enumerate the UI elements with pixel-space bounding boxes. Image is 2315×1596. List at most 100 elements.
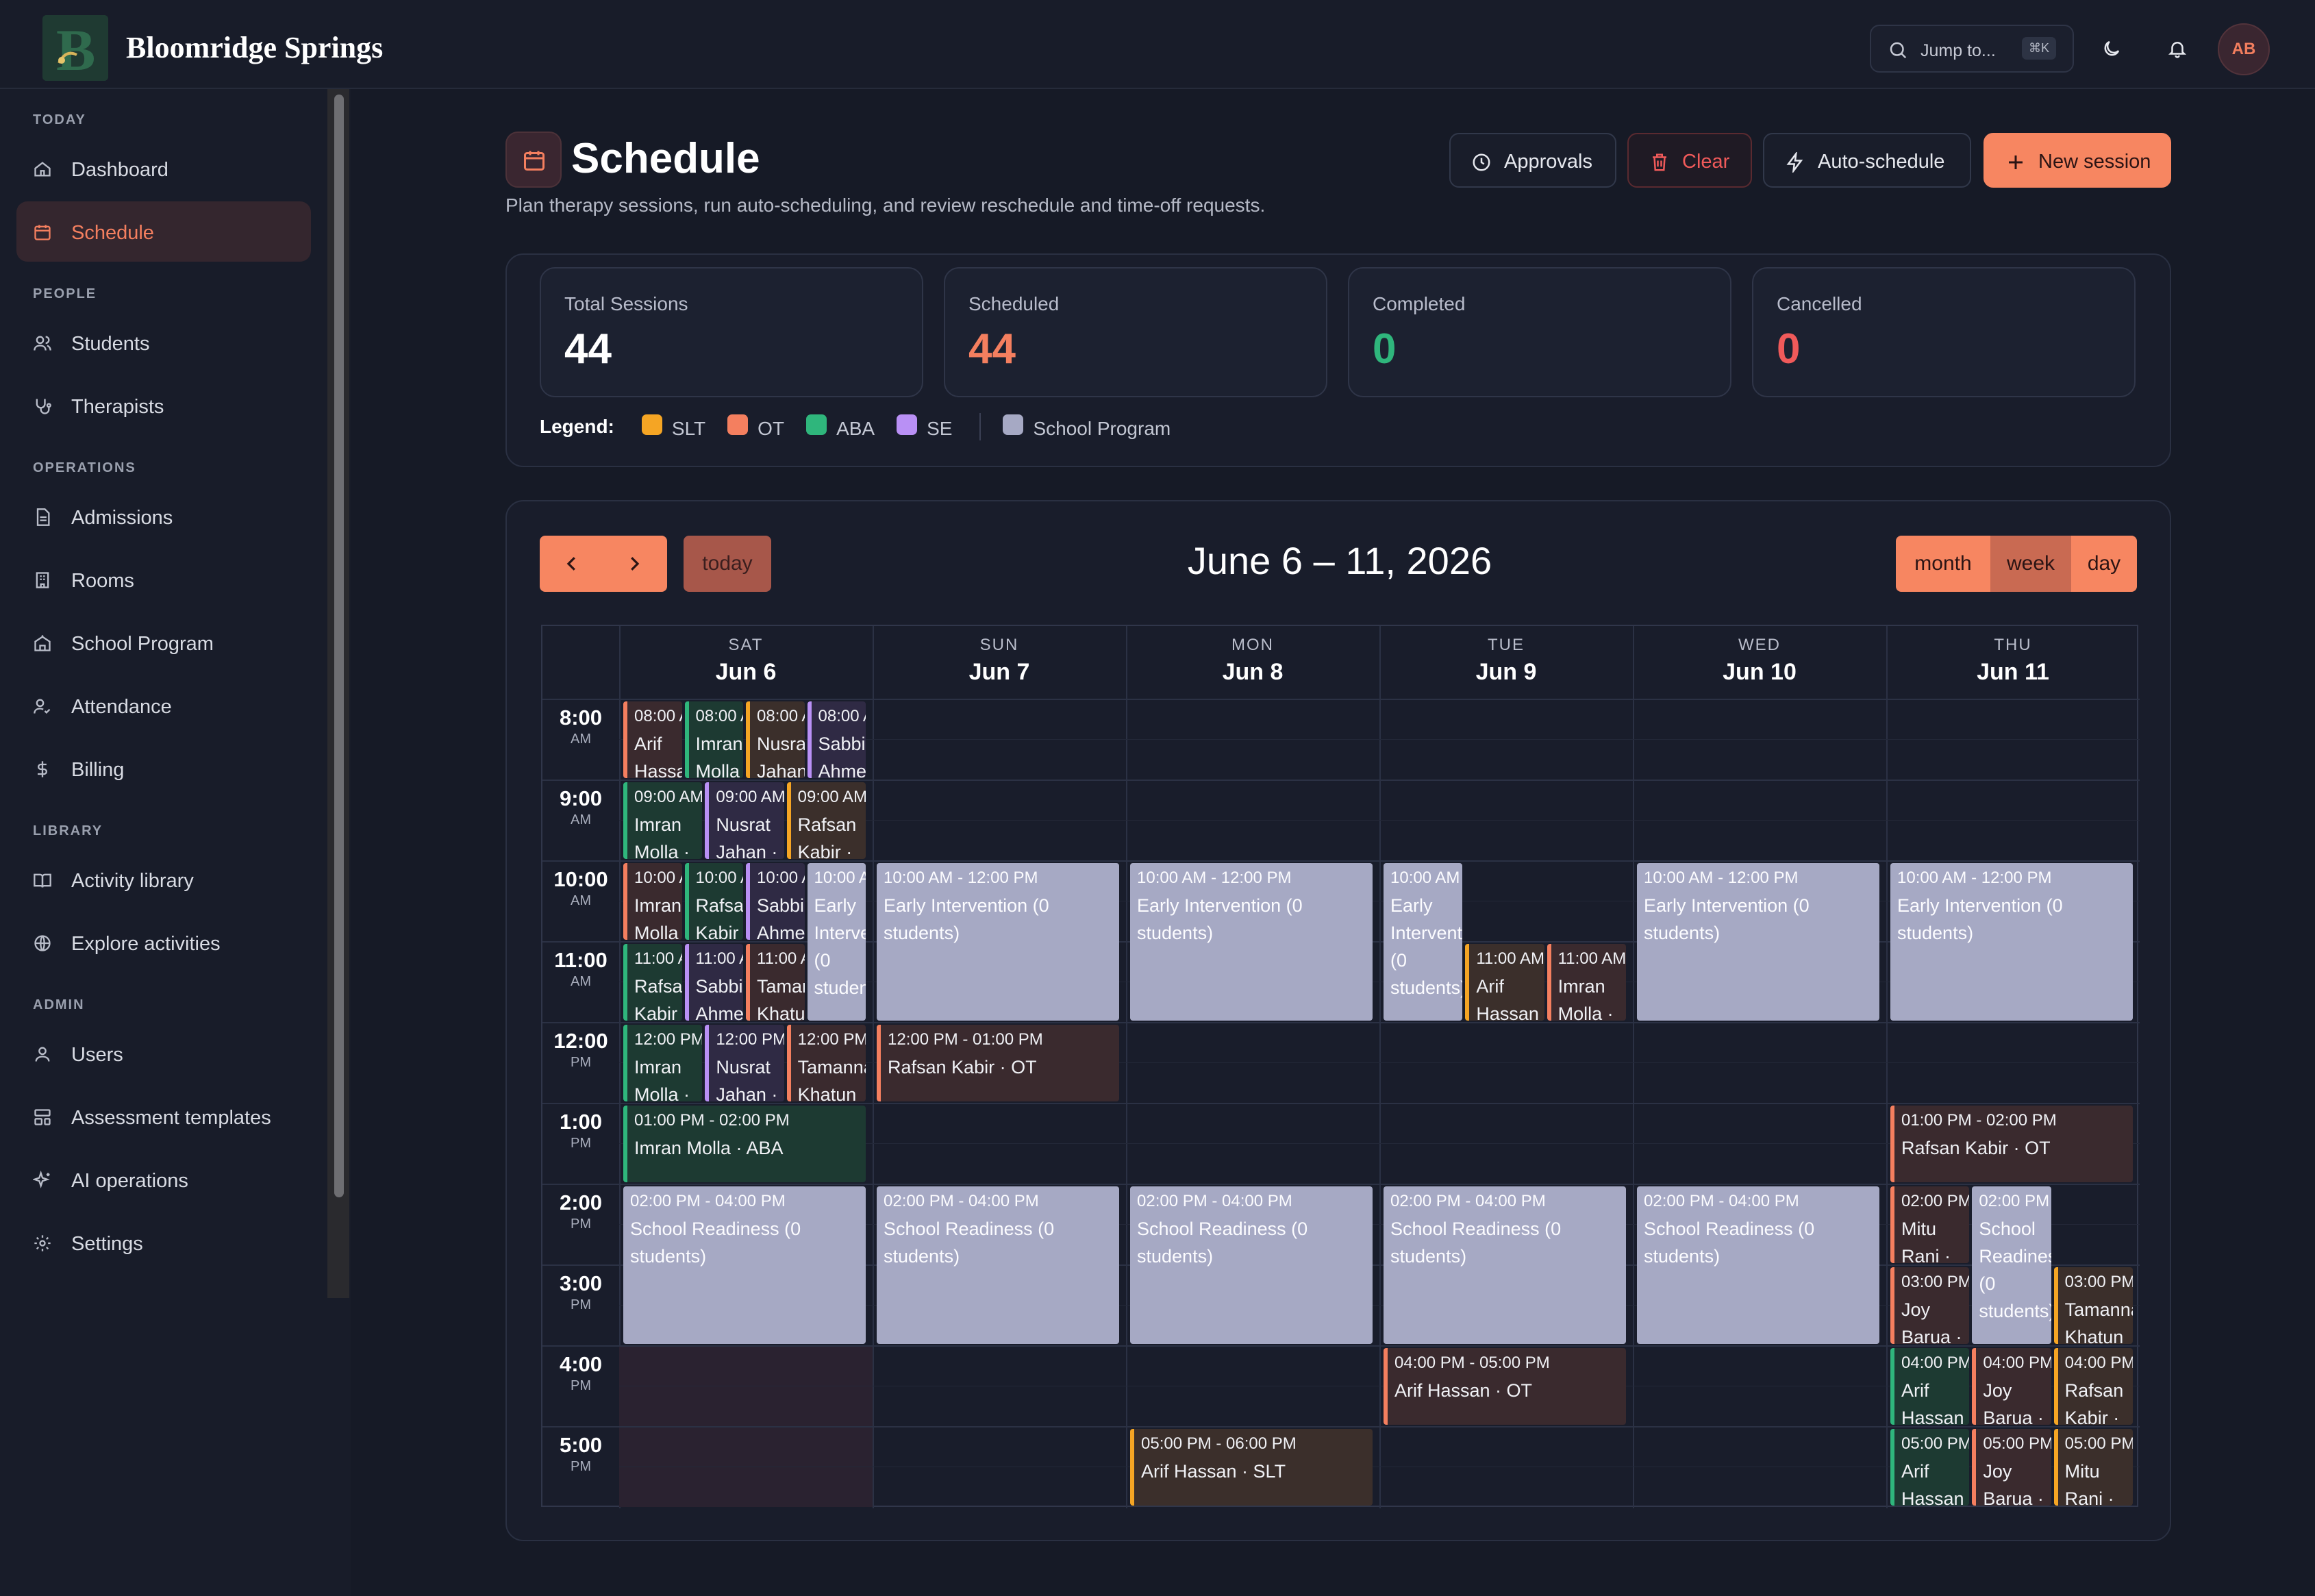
- session-title: Sabbir Ahmed · SE: [695, 976, 744, 1021]
- session-event[interactable]: 12:00 PM - 01:00 PM Nusrat Jahan · SE: [705, 1025, 784, 1101]
- sidebar-item-settings[interactable]: Settings: [16, 1212, 311, 1273]
- session-event[interactable]: 02:00 PM - 04:00 PM School Readiness (0 s…: [877, 1186, 1119, 1344]
- session-event[interactable]: 10:00 AM - 11:00 AM Rafsan Kabir · ABA: [684, 863, 744, 940]
- session-event[interactable]: 02:00 PM - 04:00 PM School Readiness (0 s…: [623, 1186, 866, 1344]
- session-event[interactable]: 05:00 PM - 06:00 PM Joy Barua · OT: [1972, 1429, 2051, 1506]
- sidebar-item-rooms[interactable]: Rooms: [16, 549, 311, 610]
- sidebar-scrollbar-thumb[interactable]: [334, 95, 344, 1197]
- session-event[interactable]: 02:00 PM - 04:00 PM School Readiness (0 s…: [1384, 1186, 1626, 1344]
- session-time: 02:00 PM - 04:00 PM: [630, 1192, 786, 1210]
- session-event[interactable]: 12:00 PM - 01:00 PM Rafsan Kabir · OT: [877, 1025, 1119, 1101]
- session-event[interactable]: 10:00 AM - 12:00 PM Early Intervention (0…: [1890, 863, 2133, 1021]
- session-event[interactable]: 10:00 AM - 12:00 PM Early Intervention (0…: [877, 863, 1119, 1021]
- session-event[interactable]: 02:00 PM - 04:00 PM School Readiness (0 s…: [1972, 1186, 2051, 1344]
- sidebar-item-users[interactable]: Users: [16, 1023, 311, 1084]
- session-event[interactable]: 05:00 PM - 06:00 PM Arif Hassan · ABA: [1890, 1429, 1970, 1506]
- session-event[interactable]: 09:00 AM - 10:00 AM Nusrat Jahan · SE: [705, 782, 784, 859]
- session-time: 01:00 PM - 02:00 PM: [634, 1111, 790, 1130]
- session-title: School Readiness (0 students): [1137, 1219, 1308, 1267]
- sidebar-item-admissions[interactable]: Admissions: [16, 486, 311, 547]
- session-event[interactable]: 11:00 AM - 12:00 PM Arif Hassan · SLT: [1465, 944, 1544, 1021]
- session-event[interactable]: 04:00 PM - 05:00 PM Joy Barua · OT: [1972, 1348, 2051, 1425]
- day-name: THU: [1994, 636, 2032, 654]
- session-event[interactable]: 05:00 PM - 06:00 PM Arif Hassan · SLT: [1130, 1429, 1373, 1506]
- session-event[interactable]: 03:00 PM - 04:00 PM Joy Barua · OT: [1890, 1267, 1970, 1344]
- session-time: 03:00 PM - 04:00 PM: [1901, 1273, 1970, 1291]
- session-event[interactable]: 11:00 AM - 12:00 PM Rafsan Kabir · ABA: [623, 944, 682, 1021]
- new-session-button[interactable]: New session: [1984, 133, 2171, 188]
- session-event[interactable]: 08:00 AM - 09:00 AM Arif Hassan · OT: [623, 701, 682, 778]
- auto-schedule-button[interactable]: Auto-schedule: [1763, 133, 1971, 188]
- day-header[interactable]: TUE Jun 9: [1379, 636, 1633, 686]
- session-event[interactable]: 11:00 AM - 12:00 PM Sabbir Ahmed · SE: [684, 944, 744, 1021]
- sidebar-item-assessment-templates[interactable]: Assessment templates: [16, 1086, 311, 1147]
- session-event[interactable]: 09:00 AM - 10:00 AM Imran Molla · ABA: [623, 782, 703, 859]
- session-title: Nusrat Jahan · SE: [716, 1057, 778, 1101]
- view-month-button[interactable]: month: [1896, 536, 1990, 592]
- session-event[interactable]: 02:00 PM - 04:00 PM School Readiness (0 s…: [1637, 1186, 1879, 1344]
- day-header[interactable]: MON Jun 8: [1126, 636, 1379, 686]
- sidebar-item-dashboard[interactable]: Dashboard: [16, 138, 311, 199]
- session-event[interactable]: 01:00 PM - 02:00 PM Rafsan Kabir · OT: [1890, 1106, 2133, 1182]
- session-event[interactable]: 04:00 PM - 05:00 PM Arif Hassan · OT: [1384, 1348, 1626, 1425]
- session-event[interactable]: 08:00 AM - 09:00 AM Sabbir Ahmed · SE: [807, 701, 866, 778]
- day-header[interactable]: SUN Jun 7: [873, 636, 1126, 686]
- session-event[interactable]: 09:00 AM - 10:00 AM Rafsan Kabir · SLT: [786, 782, 866, 859]
- session-event[interactable]: 10:00 AM - 11:00 AM Imran Molla · OT: [623, 863, 682, 940]
- session-event[interactable]: 02:00 PM - 03:00 PM Mitu Rani · OT: [1890, 1186, 1970, 1263]
- sidebar-item-ai-operations[interactable]: AI operations: [16, 1149, 311, 1210]
- theme-toggle-button[interactable]: [2088, 25, 2136, 73]
- legend-item-ot: OT: [727, 414, 784, 440]
- session-event[interactable]: 02:00 PM - 04:00 PM School Readiness (0 s…: [1130, 1186, 1373, 1344]
- legend-item-school-program: School Program: [1003, 414, 1171, 440]
- stats-panel: Total Sessions 44 Scheduled 44 Completed…: [505, 253, 2171, 467]
- session-event[interactable]: 10:00 AM - 11:00 AM Sabbir Ahmed · SE: [746, 863, 805, 940]
- sidebar-section-operations: OPERATIONS: [33, 460, 136, 475]
- sidebar-item-activity-library[interactable]: Activity library: [16, 849, 311, 910]
- sidebar-item-schedule[interactable]: Schedule: [16, 201, 311, 262]
- sidebar-item-billing[interactable]: Billing: [16, 738, 311, 799]
- approvals-button[interactable]: Approvals: [1449, 133, 1616, 188]
- session-event[interactable]: 10:00 AM - 12:00 PM Early Intervention (0…: [807, 863, 866, 1021]
- session-event[interactable]: 11:00 AM - 12:00 PM Tamanna Khatun · OT: [746, 944, 805, 1021]
- sidebar-item-students[interactable]: Students: [16, 312, 311, 373]
- session-event[interactable]: 03:00 PM - 04:00 PM Tamanna Khatun · SLT: [2053, 1267, 2133, 1344]
- view-week-button[interactable]: week: [1990, 536, 2071, 592]
- session-event[interactable]: 05:00 PM - 06:00 PM Mitu Rani · SLT: [2053, 1429, 2133, 1506]
- clear-button[interactable]: Clear: [1627, 133, 1752, 188]
- day-header[interactable]: SAT Jun 6: [619, 636, 873, 686]
- view-day-button[interactable]: day: [2071, 536, 2137, 592]
- sidebar-item-explore-activities[interactable]: Explore activities: [16, 912, 311, 973]
- sidebar-item-therapists[interactable]: Therapists: [16, 375, 311, 436]
- session-event[interactable]: 04:00 PM - 05:00 PM Arif Hassan · ABA: [1890, 1348, 1970, 1425]
- session-event[interactable]: 01:00 PM - 02:00 PM Imran Molla · ABA: [623, 1106, 866, 1182]
- session-event[interactable]: 12:00 PM - 01:00 PM Imran Molla · ABA: [623, 1025, 703, 1101]
- session-title: Rafsan Kabir · ABA: [695, 895, 744, 940]
- session-event[interactable]: 12:00 PM - 01:00 PM Tamanna Khatun · OT: [786, 1025, 866, 1101]
- sidebar-item-school-program[interactable]: School Program: [16, 612, 311, 673]
- session-event[interactable]: 10:00 AM - 12:00 PM Early Intervention (0…: [1637, 863, 1879, 1021]
- session-event[interactable]: 08:00 AM - 09:00 AM Nusrat Jahan · SLT: [746, 701, 805, 778]
- session-event[interactable]: 08:00 AM - 09:00 AM Imran Molla · ABA: [684, 701, 743, 778]
- day-name: WED: [1738, 636, 1781, 654]
- session-event[interactable]: 04:00 PM - 05:00 PM Rafsan Kabir · SLT: [2053, 1348, 2133, 1425]
- grid-column-line: [1633, 626, 1634, 1508]
- day-name: SAT: [728, 636, 764, 654]
- time-label: 4:00 PM: [542, 1352, 619, 1394]
- session-event[interactable]: 10:00 AM - 12:00 PM Early Intervention (0…: [1384, 863, 1463, 1021]
- session-event[interactable]: 10:00 AM - 12:00 PM Early Intervention (0…: [1130, 863, 1373, 1021]
- session-event[interactable]: 11:00 AM - 12:00 PM Imran Molla · OT: [1547, 944, 1626, 1021]
- day-header[interactable]: WED Jun 10: [1633, 636, 1886, 686]
- user-avatar[interactable]: AB: [2218, 23, 2270, 75]
- sidebar-item-attendance[interactable]: Attendance: [16, 675, 311, 736]
- session-time: 11:00 AM - 12:00 PM: [1557, 949, 1626, 968]
- notifications-button[interactable]: [2153, 25, 2201, 73]
- lightning-icon: [1786, 152, 1803, 173]
- jump-to-search[interactable]: Jump to... ⌘K: [1870, 25, 2074, 73]
- session-title: Joy Barua · OT: [1983, 1461, 2044, 1506]
- brand-logo[interactable]: B: [42, 15, 108, 81]
- home-icon: [34, 162, 51, 177]
- session-title: Joy Barua · OT: [1901, 1299, 1962, 1344]
- day-header[interactable]: THU Jun 11: [1886, 636, 2140, 686]
- sidebar-item-label: Assessment templates: [71, 1107, 271, 1129]
